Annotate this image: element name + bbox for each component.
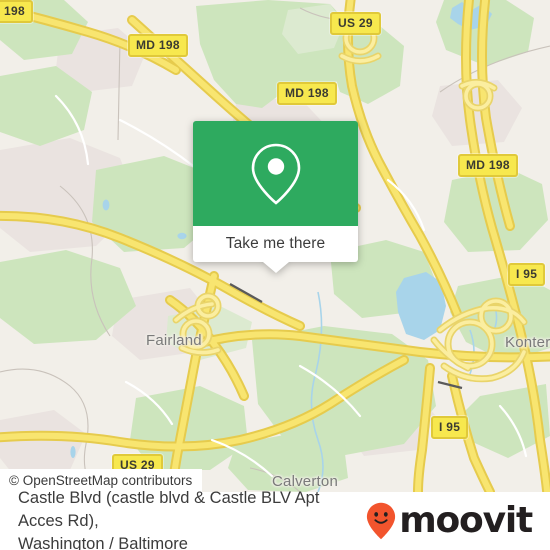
- moovit-pin-icon: [367, 502, 396, 540]
- callout-action-bar[interactable]: Take me there: [193, 226, 358, 273]
- location-title-line1: Castle Blvd (castle blvd & Castle BLV Ap…: [18, 488, 320, 530]
- shield-i-95-bottom[interactable]: I 95: [431, 416, 469, 439]
- shield-md-198-right[interactable]: MD 198: [458, 154, 518, 177]
- take-me-there-label: Take me there: [225, 235, 326, 252]
- location-callout-card[interactable]: Take me there: [193, 121, 358, 273]
- moovit-wordmark: moovit: [399, 500, 533, 541]
- shield-us-29-top[interactable]: US 29: [330, 12, 381, 35]
- callout-header: [193, 121, 358, 226]
- page-footer: Castle Blvd (castle blvd & Castle BLV Ap…: [0, 489, 550, 550]
- location-pin-icon: [251, 143, 300, 205]
- shield-md-198-upperleft[interactable]: MD 198: [128, 34, 188, 57]
- location-title-line2: Washington / Baltimore: [18, 534, 188, 550]
- shield-198-topleft[interactable]: 198: [0, 0, 33, 23]
- location-title: Castle Blvd (castle blvd & Castle BLV Ap…: [18, 487, 366, 550]
- callout-pointer-tail: [262, 262, 289, 273]
- shield-i-95-right[interactable]: I 95: [508, 263, 546, 286]
- moovit-logo[interactable]: moovit: [366, 502, 536, 540]
- screenshot-root: .park{fill:#cde5bd;} .parklight{fill:#dc…: [0, 0, 550, 550]
- map-canvas[interactable]: .park{fill:#cde5bd;} .parklight{fill:#dc…: [0, 0, 550, 492]
- shield-md-198-center[interactable]: MD 198: [277, 82, 337, 105]
